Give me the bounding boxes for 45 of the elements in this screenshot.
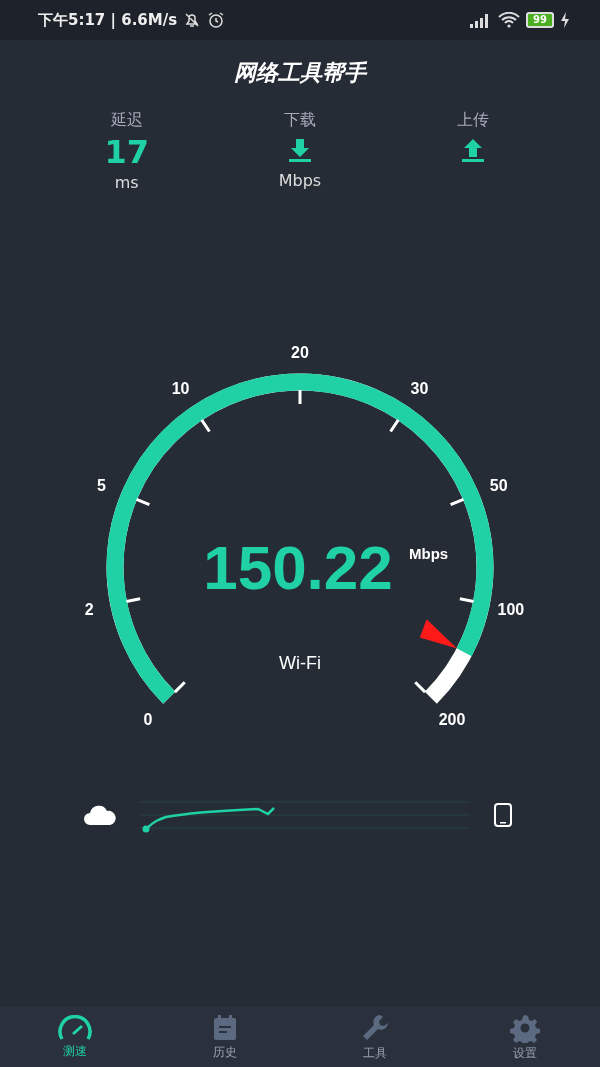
scale-label: 100: [497, 600, 525, 618]
scale-label: 5: [96, 476, 106, 494]
speedometer-icon: [57, 1014, 93, 1041]
nav-tab[interactable]: 测速: [0, 1007, 150, 1067]
nav-tab[interactable]: 设置: [450, 1007, 600, 1067]
gauge-needle: [419, 619, 458, 649]
gauge-tick: [135, 497, 150, 506]
speed-value: 150.22: [203, 533, 393, 602]
settings-icon: [510, 1012, 540, 1043]
phone-icon: [494, 803, 512, 827]
gauge-tick: [389, 419, 400, 433]
scale-label: 200: [438, 711, 466, 729]
speed-unit: Mbps: [409, 545, 449, 562]
gauge-tick: [450, 497, 465, 506]
alarm-icon: [207, 11, 226, 29]
network-type: Wi-Fi: [279, 653, 321, 673]
cloud-icon: [84, 805, 116, 825]
nav-tab[interactable]: 工具: [300, 1007, 450, 1067]
scale-label: 0: [143, 711, 153, 729]
stat-label: 下载: [284, 110, 316, 131]
stat-label: 上传: [457, 110, 490, 131]
charging-icon: [560, 12, 570, 28]
gauge-tick: [298, 390, 302, 404]
stat-unit: Mbps: [278, 171, 322, 190]
gauge-tick: [173, 681, 186, 694]
stat-unit: ms: [114, 173, 139, 192]
battery-indicator: 99: [526, 12, 554, 28]
scale-label: 10: [171, 380, 190, 398]
gauge-tick: [200, 419, 211, 433]
gauge-tick: [414, 681, 427, 694]
gauge-tick: [459, 597, 474, 603]
stat-value: 17: [104, 135, 149, 169]
calendar-icon: [211, 1013, 239, 1042]
status-time: 下午5:17 | 6.6M/s: [38, 10, 178, 30]
stat-label: 延迟: [110, 110, 143, 131]
scale-label: 50: [489, 476, 508, 494]
scale-label: 30: [410, 380, 429, 398]
download-icon: [289, 139, 311, 163]
upload-icon: [462, 139, 485, 163]
wifi-icon: [498, 12, 521, 28]
nav-tab[interactable]: 历史: [150, 1007, 300, 1067]
scale-label: 2: [84, 600, 94, 618]
app-title: 网络工具帮手: [233, 59, 369, 87]
scale-label: 20: [291, 344, 309, 361]
gauge-tick: [126, 597, 141, 603]
